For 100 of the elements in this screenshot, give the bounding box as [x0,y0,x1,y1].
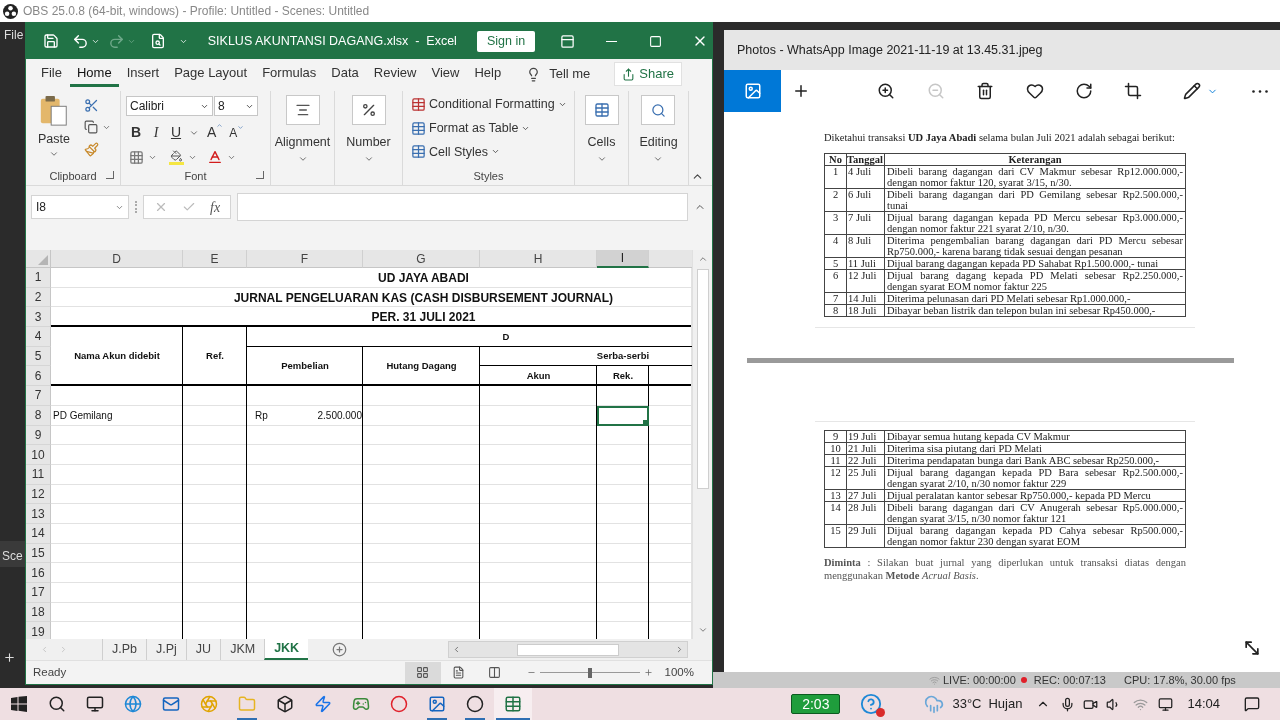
more-icon [1252,89,1269,93]
ribbon-tab[interactable]: Page Layout [167,61,255,87]
row-number[interactable]: 17 [26,583,51,603]
fullscreen-button[interactable] [1242,638,1262,658]
sign-in-button[interactable]: Sign in [476,30,536,52]
menu-item[interactable]: File [4,26,24,44]
ribbon-tab[interactable]: Help [467,61,509,87]
task-view-icon [86,695,104,713]
zoom-slider[interactable] [539,667,640,678]
format-painter-button[interactable] [84,141,100,157]
horizontal-scrollbar[interactable] [448,641,688,658]
cells-button[interactable]: Cells [584,95,619,167]
column-header[interactable]: F [247,250,363,268]
scrollbar-thumb[interactable] [517,643,619,656]
table-cell: 11 [824,454,847,467]
formula-input[interactable] [237,193,688,221]
column-heading: Pembelian [281,359,329,374]
borders-button[interactable] [129,149,157,165]
column-header[interactable]: H [480,250,597,268]
table-cell: Dibeli barang dagangan dari CV Makmur sebesar Rp12.000.000,- dengan nomor faktur 120, syarat 3/15, n/30. [884,165,1186,189]
table-cell: 21 Juli [846,442,885,455]
clipboard-icon [39,95,69,127]
microphone-icon[interactable] [1060,696,1076,712]
ribbon-tab[interactable]: File [34,61,69,87]
row-number[interactable]: 10 [26,445,51,465]
undo-icon [72,32,90,50]
row-number[interactable]: 7 [26,386,51,406]
table-cell: Dibeli barang dagangan dari PD Gemilang sebesar Rp2.500.000,- tunai [884,188,1186,212]
sheet-tab[interactable]: JKK [264,639,309,660]
underline-button[interactable]: U [169,122,183,143]
scroll-left-icon [452,645,461,654]
row-number[interactable]: 3 [26,307,51,328]
bold-button[interactable]: B [129,122,143,143]
font-color-button[interactable] [207,149,236,165]
font-color-icon [207,149,223,165]
panel-title: Sce [2,548,23,565]
row-number[interactable]: 4 [26,327,51,347]
editing-button[interactable]: Editing [639,95,678,167]
ribbon-tab[interactable]: Data [324,61,366,87]
screen-icon[interactable] [1158,696,1174,712]
name-box[interactable]: I8 [31,195,129,219]
share-icon [622,67,636,81]
share-button[interactable]: Share [614,62,683,86]
font-name-field[interactable]: Calibri [126,96,213,116]
ribbon-tab[interactable]: Review [366,61,424,87]
row-number[interactable]: 6 [26,366,51,387]
sheet-title: PER. 31 JULI 2021 [371,309,476,327]
font-size-field[interactable]: 8 [214,96,258,116]
tell-me-field[interactable]: Tell me [549,64,591,84]
ribbon-tab[interactable]: View [424,61,467,87]
table-cell: 8 [824,304,847,317]
column-heading: Rek. [612,369,634,384]
image-button[interactable] [724,70,782,112]
row-number[interactable]: 13 [26,504,51,524]
cell-styles-button[interactable]: Cell Styles [411,142,567,162]
alignment-button[interactable]: Alignment [274,95,331,167]
copy-button[interactable] [84,119,111,135]
grow-font-button[interactable]: A [205,122,224,143]
table-cell: 8 Juli [846,234,885,258]
selected-cell[interactable] [597,405,649,426]
zoom-level[interactable]: 100% [664,663,694,682]
table-icon [593,102,610,118]
table-cell: 6 [824,269,847,293]
paste-button[interactable]: Paste [38,95,70,167]
weather-text: Hujan [988,695,1023,714]
column-heading: Ref. [206,349,224,364]
column-header[interactable]: I [597,250,649,268]
add-icon[interactable] [3,651,16,664]
conditional-formatting-button[interactable]: Conditional Formatting [411,95,567,114]
rotate-icon [1075,82,1093,100]
crop-icon [1124,82,1143,100]
table-icon [411,144,426,160]
number-button[interactable]: Number [346,95,391,167]
column-header[interactable]: E [183,250,247,268]
table-cell: 27 Juli [846,489,885,502]
row-number[interactable]: 16 [26,563,51,583]
column-header[interactable]: D [51,250,183,268]
row-number[interactable]: 1 [26,268,51,288]
format-as-table-button[interactable]: Format as Table [411,118,567,138]
slider-thumb[interactable] [587,667,592,678]
mail-icon [162,695,180,713]
image-icon [428,695,446,713]
column-header[interactable]: G [363,250,480,268]
shrink-font-button[interactable]: A [229,123,245,142]
clock[interactable]: 14:04 [1187,694,1220,714]
columns-icon [488,666,502,679]
ribbon-tab[interactable]: Formulas [255,61,324,87]
insert-function-button[interactable]: fx [210,196,221,218]
italic-button[interactable]: I [149,122,163,143]
column-heading: Nama Akun didebit [74,349,160,364]
ribbon-tab[interactable]: Insert [119,61,167,87]
scrollbar-thumb[interactable] [696,269,709,489]
ring-icon [390,695,408,713]
normal-view-button[interactable] [404,661,441,684]
fill-color-button[interactable] [169,149,197,165]
check-icon [182,200,196,214]
notification-icon[interactable] [1244,696,1260,712]
print-preview-icon [149,33,166,49]
cut-button[interactable] [84,97,100,113]
zoom-in-icon [643,668,653,677]
